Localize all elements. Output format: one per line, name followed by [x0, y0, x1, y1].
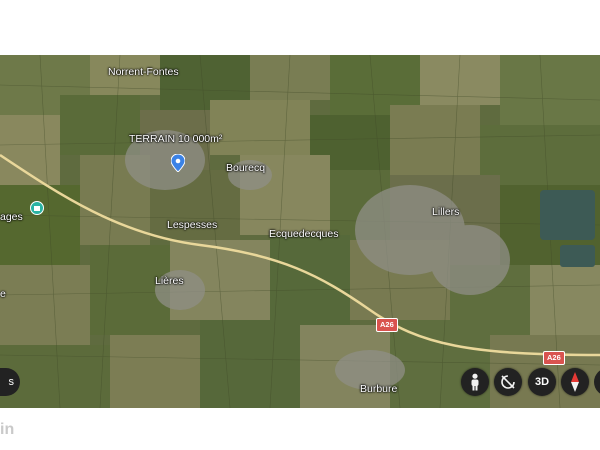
place-label-norrent-fontes: Norrent-Fontes	[108, 66, 179, 78]
left-edge-label: s	[8, 376, 15, 388]
place-label-left-edge-1: ages	[0, 211, 23, 223]
street-view-button[interactable]	[461, 368, 489, 396]
pegman-icon	[471, 373, 479, 391]
poi-marker-icon[interactable]	[30, 201, 44, 215]
watermark-text: in	[0, 421, 15, 438]
rotate-icon	[501, 375, 515, 389]
satellite-map[interactable]: Norrent-Fontes TERRAIN 10 000m² Bourecq …	[0, 55, 600, 408]
place-label-bourecq: Bourecq	[226, 162, 266, 174]
rotate-button[interactable]	[494, 368, 522, 396]
place-label-lespesses: Lespesses	[167, 219, 218, 231]
place-label-lillers: Lillers	[432, 206, 460, 218]
place-label-ecquedecques: Ecquedecques	[269, 228, 339, 240]
location-pin-icon[interactable]	[171, 154, 185, 172]
view-3d-label: 3D	[534, 376, 550, 388]
compass-icon	[571, 372, 579, 392]
view-3d-button[interactable]: 3D	[528, 368, 556, 396]
place-label-burbure: Burbure	[360, 383, 398, 395]
place-label-terrain: TERRAIN 10 000m²	[129, 133, 223, 145]
place-label-left-edge-2: e	[0, 288, 6, 300]
place-label-lieres: Lières	[155, 275, 184, 287]
road-shield-a26: A26	[376, 318, 398, 332]
compass-button[interactable]	[561, 368, 589, 396]
road-shield-a26: A26	[543, 351, 565, 365]
